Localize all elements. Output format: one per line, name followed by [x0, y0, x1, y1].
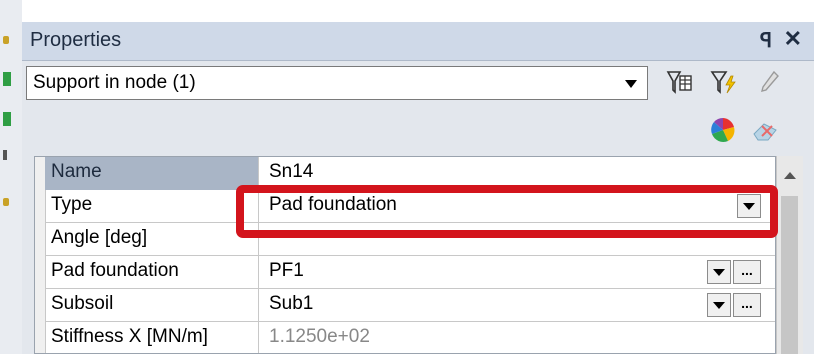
pad-foundation-dropdown[interactable]: PF1 ... [259, 256, 775, 289]
left-toolbar-strip [0, 0, 22, 354]
scroll-thumb[interactable] [781, 196, 798, 354]
pencil-icon[interactable] [756, 68, 784, 96]
property-label: Stiffness X [MN/m] [45, 322, 259, 353]
eraser-icon[interactable] [750, 116, 780, 144]
stiffness-x-value: 1.1250e+02 [269, 326, 370, 347]
properties-panel: Properties ꟼ ✕ Support in node (1) Name … [22, 0, 814, 354]
property-label: Type [45, 190, 259, 223]
subsoil-dropdown[interactable]: Sub1 ... [259, 289, 775, 322]
chevron-down-icon[interactable] [625, 80, 637, 88]
chevron-down-icon [713, 269, 725, 276]
property-row-subsoil[interactable]: Subsoil Sub1 ... [35, 289, 775, 322]
property-row-stiffness-x[interactable]: Stiffness X [MN/m] 1.1250e+02 [35, 322, 775, 353]
panel-title: Properties [30, 29, 122, 51]
property-label: Subsoil [45, 289, 259, 322]
tool-icon[interactable] [3, 36, 9, 44]
pad-foundation-value: PF1 [269, 260, 304, 281]
highlight-annotation [236, 185, 778, 238]
scroll-up-icon[interactable] [784, 172, 796, 179]
filter-lightning-icon[interactable] [710, 68, 738, 96]
selector-value: Support in node (1) [33, 72, 196, 93]
vertical-scrollbar[interactable] [776, 156, 803, 354]
pad-foundation-dropdown-button[interactable] [707, 260, 731, 284]
close-icon[interactable]: ✕ [784, 26, 802, 52]
pad-foundation-ellipsis-button[interactable]: ... [733, 260, 761, 284]
property-row-pad-foundation[interactable]: Pad foundation PF1 ... [35, 256, 775, 289]
filter-table-icon[interactable] [666, 68, 694, 96]
property-label: Angle [deg] [45, 223, 259, 256]
property-label: Pad foundation [45, 256, 259, 289]
object-selector-dropdown[interactable]: Support in node (1) [26, 66, 648, 100]
subsoil-value: Sub1 [269, 293, 314, 314]
chevron-down-icon [713, 302, 725, 309]
tool-icon[interactable] [3, 198, 9, 206]
subsoil-ellipsis-button[interactable]: ... [733, 293, 761, 317]
property-label: Name [45, 157, 259, 190]
tool-icon[interactable] [3, 112, 11, 126]
color-wheel-icon[interactable] [708, 116, 738, 144]
subsoil-dropdown-button[interactable] [707, 293, 731, 317]
pin-icon[interactable]: ꟼ [760, 28, 772, 53]
tool-icon[interactable] [3, 72, 11, 86]
panel-title-bar: Properties ꟼ ✕ [22, 22, 814, 61]
panel-top-gap [22, 0, 814, 24]
tool-icon[interactable] [3, 150, 7, 160]
